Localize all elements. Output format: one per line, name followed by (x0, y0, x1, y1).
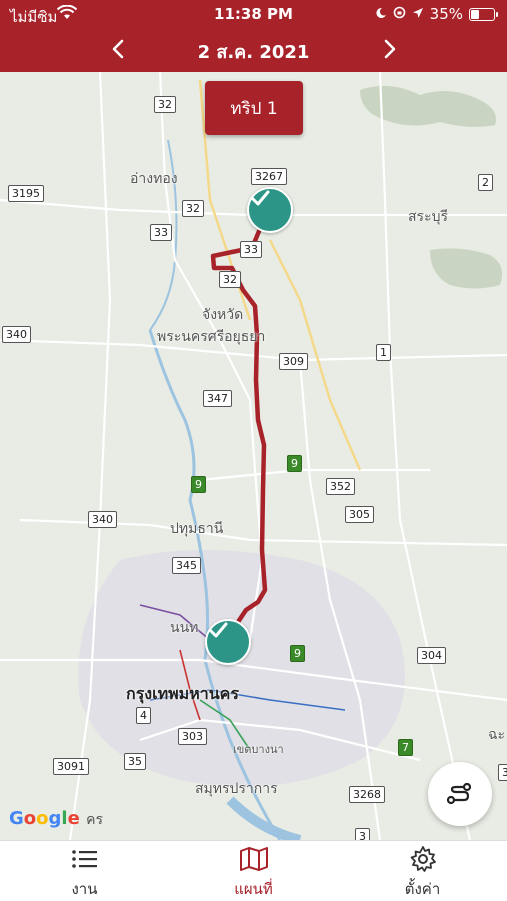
google-logo: Google คร (9, 808, 103, 829)
road-shield: 32 (182, 200, 204, 217)
tab-label: ตั้งค่า (404, 880, 441, 898)
next-day-button[interactable] (375, 34, 405, 64)
road-shield: 4 (136, 707, 151, 724)
checkpoint-marker[interactable] (205, 619, 251, 665)
road-shield: 304 (417, 647, 446, 664)
road-shield: 3268 (349, 786, 385, 803)
route-button[interactable] (428, 762, 492, 826)
trip-select-button[interactable]: ทริป 1 (205, 81, 303, 135)
tab-label: งาน (71, 880, 98, 898)
road-shield: 3 (498, 764, 507, 781)
road-shield: 309 (279, 353, 308, 370)
road-shield: 9 (287, 455, 302, 472)
road-shield: 32 (154, 96, 176, 113)
place-label: ฉะ (488, 727, 506, 743)
map-view[interactable]: อ่างทอง สระบุรี จังหวัด พระนครศรีอยุธยา … (0, 72, 507, 840)
place-label: สระบุรี (408, 209, 448, 225)
checkmark-icon (208, 622, 228, 638)
tab-settings[interactable]: ตั้งค่า (338, 841, 507, 901)
map-canvas (0, 72, 507, 840)
road-shield: 7 (398, 739, 413, 756)
road-shield: 2 (478, 174, 493, 191)
tab-label: แผนที่ (234, 880, 273, 898)
place-label: เขตบางนา (233, 743, 284, 756)
road-shield: 33 (240, 241, 262, 258)
checkmark-icon (250, 190, 270, 206)
place-label: สมุทรปราการ (195, 781, 278, 797)
road-shield: 3267 (251, 168, 287, 185)
tab-map[interactable]: แผนที่ (169, 841, 338, 901)
road-shield: 340 (2, 326, 31, 343)
road-shield: 345 (172, 557, 201, 574)
tab-bar: งาน แผนที่ ตั้งค่า (0, 840, 507, 901)
place-label: พระนครศรีอยุธยา (157, 329, 266, 345)
attribution-suffix: คร (86, 812, 103, 828)
road-shield: 3 (355, 828, 370, 840)
moon-icon (375, 5, 387, 23)
date-navbar: 2 ส.ค. 2021 (0, 28, 507, 72)
location-arrow-icon (412, 5, 424, 23)
road-shield: 33 (150, 224, 172, 241)
road-shield: 9 (191, 476, 206, 493)
battery-icon (469, 7, 498, 21)
route-icon (446, 782, 472, 805)
tab-jobs[interactable]: งาน (0, 841, 169, 901)
map-icon (239, 845, 269, 873)
battery-percent: 35% (429, 5, 463, 23)
place-label: นนท (170, 620, 199, 636)
road-shield: 35 (124, 753, 146, 770)
status-bar: ไม่มีซิม 11:38 PM 35% (0, 0, 507, 28)
road-shield: 340 (88, 511, 117, 528)
chevron-right-icon (384, 39, 396, 59)
road-shield: 9 (290, 645, 305, 662)
road-shield: 1 (376, 344, 391, 361)
road-shield: 303 (178, 728, 207, 745)
orientation-lock-icon (393, 5, 406, 23)
checkpoint-marker[interactable] (247, 187, 293, 233)
road-shield: 32 (219, 271, 241, 288)
road-shield: 3195 (8, 185, 44, 202)
road-shield: 305 (345, 506, 374, 523)
gear-icon (409, 845, 437, 873)
current-date: 2 ส.ค. 2021 (197, 42, 310, 63)
road-shield: 347 (203, 390, 232, 407)
road-shield: 3091 (53, 758, 89, 775)
place-label: จังหวัด (202, 307, 244, 323)
place-label: กรุงเทพมหานคร (126, 684, 239, 703)
place-label: ปทุมธานี (170, 521, 224, 537)
place-label: อ่างทอง (130, 171, 178, 187)
list-icon (71, 845, 99, 873)
road-shield: 352 (326, 478, 355, 495)
